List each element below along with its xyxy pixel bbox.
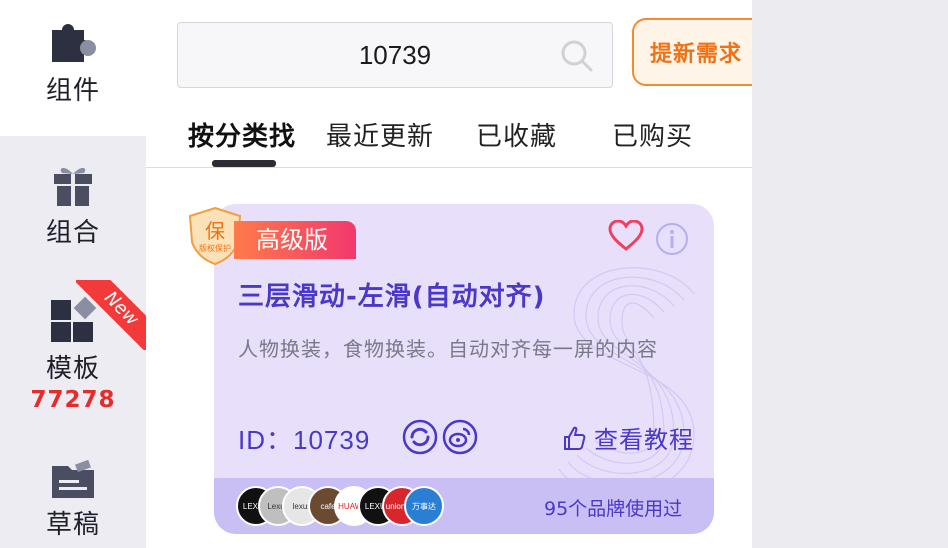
sidebar-item-combos[interactable]: 组合	[0, 162, 146, 272]
premium-badge: 高级版	[234, 221, 356, 259]
share-circle-icon[interactable]	[402, 419, 438, 455]
new-request-button[interactable]: 提新需求	[632, 18, 752, 86]
tab-purchased[interactable]: 已购买	[612, 116, 693, 153]
card-id: ID：10739	[238, 420, 370, 457]
decorative-s-watermark	[558, 267, 695, 495]
info-icon[interactable]	[655, 222, 689, 256]
sidebar-item-components[interactable]: 组件	[0, 0, 146, 136]
draft-icon	[52, 460, 94, 498]
brand-logo-mastercard: 万事达	[404, 486, 444, 526]
svg-text:版权保护: 版权保护	[199, 243, 231, 253]
favorite-heart-icon[interactable]	[608, 220, 644, 252]
sidebar-item-drafts[interactable]: 草稿	[0, 460, 146, 548]
tab-by-category[interactable]: 按分类找	[188, 116, 296, 153]
brands-used-count: 95个品牌使用过	[544, 498, 683, 520]
brand-logos: LEXUS Lexus lexus cafe HUAWEI LEXUS unio…	[236, 486, 446, 526]
new-ribbon: New	[76, 280, 146, 350]
sidebar: 组件 组合 New 模板 77278 草稿	[0, 0, 146, 548]
tab-recently-updated[interactable]: 最近更新	[326, 116, 434, 153]
view-tutorial-link[interactable]: 查看教程	[562, 420, 694, 455]
background-area	[752, 0, 948, 548]
search-value: 10739	[358, 39, 432, 70]
pointing-hand-icon	[564, 426, 586, 450]
sidebar-item-label: 模板	[45, 354, 100, 384]
app-panel: 组件 组合 New 模板 77278 草稿 10739 提新需求 按分类找 最近…	[0, 0, 752, 548]
sidebar-item-templates[interactable]: New 模板 77278	[0, 280, 146, 430]
tab-favorites[interactable]: 已收藏	[476, 116, 557, 153]
weibo-icon[interactable]	[442, 419, 478, 455]
sidebar-item-label: 草稿	[45, 510, 100, 540]
search-input[interactable]: 10739	[177, 22, 613, 88]
card-id-value: 10739	[293, 425, 371, 455]
template-count: 77278	[30, 387, 116, 413]
tutorial-label: 查看教程	[594, 426, 694, 454]
svg-text:保: 保	[205, 219, 225, 243]
sidebar-item-label: 组合	[45, 218, 100, 248]
active-tab-indicator	[212, 160, 276, 167]
gift-icon	[54, 167, 92, 206]
search-icon[interactable]	[560, 39, 594, 73]
card-title[interactable]: 三层滑动-左滑(自动对齐)	[238, 276, 546, 313]
puzzle-icon	[52, 24, 96, 62]
sidebar-item-label: 组件	[45, 76, 100, 106]
card-id-label: ID：	[238, 425, 294, 455]
card-description: 人物换装，食物换装。自动对齐每一屏的内容	[238, 337, 658, 361]
